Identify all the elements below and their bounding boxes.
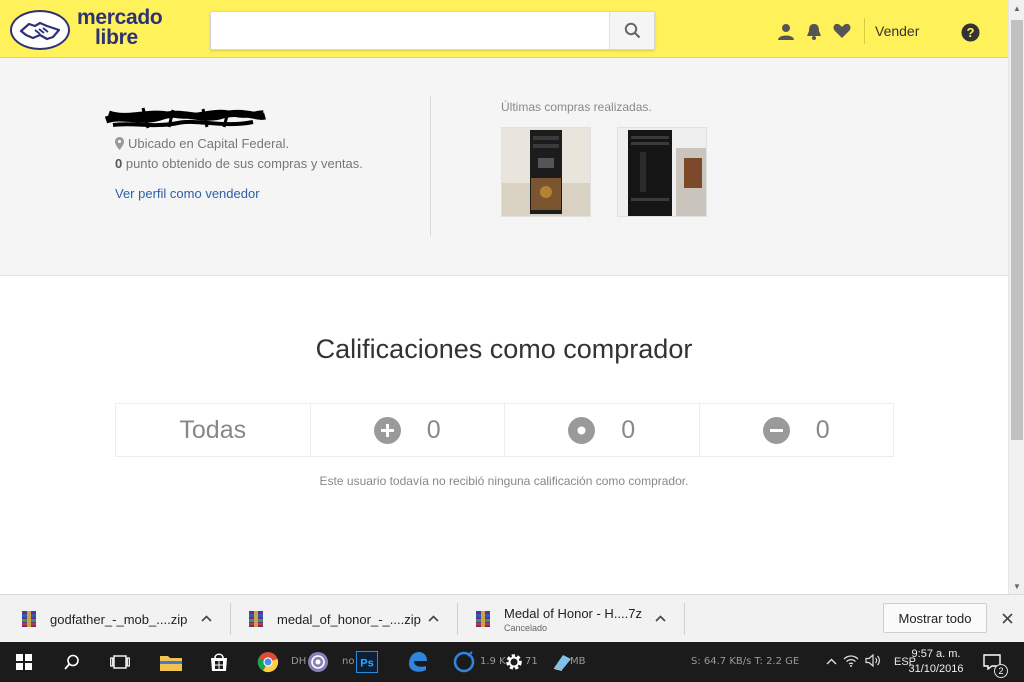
download-divider [684,603,685,635]
sell-link[interactable]: Vender [875,23,919,39]
purchase-thumbnail-1[interactable] [501,127,591,217]
filter-all-label: Todas [179,415,247,444]
download-1-filename: godfather_-_mob_....zip [50,611,188,627]
points-text: 0 punto obtenido de sus compras y ventas… [115,156,363,171]
chevron-up-icon[interactable] [653,611,667,625]
ratings-empty-message: Este usuario todavía no recibió ninguna … [319,474,689,488]
filter-neutral-tab[interactable]: 0 [505,404,700,456]
points-label: punto obtenido de sus compras y ventas. [122,156,363,171]
profile-divider [430,96,431,236]
download-2-filename: medal_of_honor_-_....zip [277,611,421,627]
volume-icon[interactable] [862,653,884,670]
action-center-icon[interactable] [972,642,1012,682]
clock-date: 31/10/2016 [908,663,964,675]
download-3-filename: Medal of Honor - H....7z [504,605,642,621]
file-explorer-icon[interactable] [151,642,191,682]
windows-start-icon[interactable] [4,642,44,682]
search-icon[interactable] [52,642,92,682]
user-profile-section: Ubicado en Capital Federal. 0 punto obte… [0,58,1008,276]
scroll-down-arrow-icon[interactable]: ▼ [1009,578,1024,594]
redacted-username [104,107,266,129]
handshake-icon [10,10,70,50]
filter-positive-tab[interactable]: 0 [311,404,505,456]
taskbar-mb-label: MB [570,656,586,667]
notification-count-badge: 2 [994,664,1008,678]
bell-icon[interactable] [800,20,828,42]
winrar-archive-icon [22,611,36,627]
svg-text:?: ? [966,25,974,40]
filter-all-tab[interactable]: Todas [116,404,311,456]
scroll-thumb[interactable] [1011,20,1023,440]
help-icon[interactable]: ? [958,21,982,43]
edge-icon[interactable] [397,642,437,682]
download-item-1[interactable]: godfather_-_mob_....zip [20,595,187,643]
minus-circle-icon [762,416,790,444]
downloads-bar: godfather_-_mob_....zip medal_of_honor_-… [0,594,1024,642]
close-icon[interactable] [998,609,1016,627]
user-icon[interactable] [772,20,800,42]
positive-count: 0 [426,415,441,444]
neutral-count: 0 [621,415,636,444]
search-button[interactable] [609,12,654,49]
logo-line-2: libre [95,26,138,49]
chevron-up-icon[interactable] [822,656,840,668]
search-bar [210,11,655,50]
chevron-up-icon[interactable] [426,611,440,625]
logo-wordmark: mercado libre [77,6,163,49]
negative-count: 0 [815,415,830,444]
mercadolibre-logo[interactable]: mercado libre [10,6,175,52]
search-input[interactable] [211,12,609,49]
purchase-image-2 [618,128,706,216]
location-pin-icon [115,137,124,150]
search-icon [624,22,640,39]
logo-line-1: mercado [77,6,163,29]
taskbar-size-label: 71 [525,656,538,667]
purchase-image-1 [502,128,590,216]
location-text: Ubicado en Capital Federal. [115,136,289,151]
ratings-title: Calificaciones como comprador [315,334,693,364]
network-stats-text: S: 64.7 KB/s T: 2.2 GE [691,656,800,667]
store-icon[interactable] [199,642,239,682]
clock-time: 9:57 a. m. [911,648,961,660]
show-all-downloads-button[interactable]: Mostrar todo [883,603,987,633]
neutral-dot-icon [568,416,596,444]
winrar-archive-icon [476,611,490,627]
ccleaner-icon[interactable] [444,642,484,682]
location-label: Ubicado en Capital Federal. [128,136,290,151]
task-view-icon[interactable] [100,642,140,682]
page-scrollbar[interactable]: ▲ ▼ [1008,0,1024,594]
photoshop-icon[interactable]: Ps [347,642,387,682]
windows-taskbar: DH no Ps 1.9 K 71 MB S: 64.7 KB/s T: 2.2… [0,642,1024,682]
download-3-status: Cancelado [504,622,548,633]
plus-circle-icon [373,416,401,444]
download-item-3[interactable]: Medal of Honor - H....7z Cancelado [474,595,642,643]
chevron-up-icon[interactable] [199,611,213,625]
filter-negative-tab[interactable]: 0 [700,404,894,456]
winrar-archive-icon [249,611,263,627]
download-divider [230,603,231,635]
header-divider [864,18,865,44]
svg-text:Ps: Ps [360,658,373,670]
scroll-up-arrow-icon[interactable]: ▲ [1009,0,1024,16]
wifi-icon[interactable] [840,654,862,670]
torrent-icon[interactable] [298,642,338,682]
seller-profile-link[interactable]: Ver perfil como vendedor [115,186,260,201]
taskbar-clock[interactable]: 9:57 a. m. 31/10/2016 [898,647,974,677]
ratings-filter-tabs: Todas 0 0 0 [115,403,894,457]
download-divider [457,603,458,635]
chrome-icon[interactable] [248,642,288,682]
purchase-thumbnail-2[interactable] [617,127,707,217]
header-actions: Vender [772,18,919,44]
heart-icon[interactable] [828,20,856,42]
download-item-2[interactable]: medal_of_honor_-_....zip [247,595,421,643]
recent-purchases-title: Últimas compras realizadas. [501,100,652,114]
site-header: mercado libre Vender ? [0,0,1008,58]
